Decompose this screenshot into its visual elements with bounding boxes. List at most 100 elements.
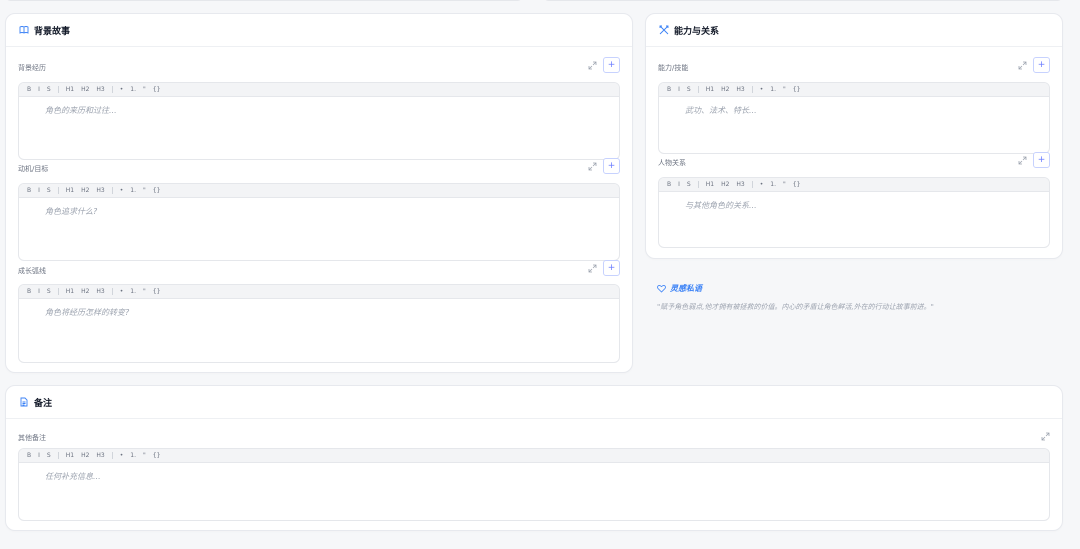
rich-text-editor[interactable]: B I S H1 H2 H3 • 1. " {} 武功、法术、特长... — [658, 82, 1050, 154]
inspiration-panel: 灵感私语 "赋予角色弱点,他才拥有被拯救的价值。内心的矛盾让角色鲜活,外在的行动… — [657, 283, 1057, 312]
h1-button[interactable]: H1 — [66, 288, 74, 295]
quote-button[interactable]: " — [143, 452, 146, 459]
bullet-list-button[interactable]: • — [120, 452, 124, 459]
code-button[interactable]: {} — [153, 187, 161, 194]
code-button[interactable]: {} — [793, 181, 801, 188]
notes-title: 备注 — [34, 398, 53, 409]
h3-button[interactable]: H3 — [96, 86, 104, 93]
h3-button[interactable]: H3 — [96, 452, 104, 459]
bold-button[interactable]: B — [27, 86, 31, 93]
strike-button[interactable]: S — [47, 86, 51, 93]
h1-button[interactable]: H1 — [66, 86, 74, 93]
editor-toolbar: B I S H1 H2 H3 • 1. " {} — [659, 83, 1049, 97]
document-icon — [19, 397, 29, 407]
inspiration-quote: "赋予角色弱点,他才拥有被拯救的价值。内心的矛盾让角色鲜活,外在的行动让故事前进… — [657, 303, 934, 311]
rich-text-editor[interactable]: B I S H1 H2 H3 • 1. " {} 角色将经历怎样的转变? — [18, 284, 620, 363]
ordered-list-button[interactable]: 1. — [130, 86, 136, 93]
ordered-list-button[interactable]: 1. — [770, 181, 776, 188]
code-button[interactable]: {} — [153, 86, 161, 93]
sword-icon — [659, 25, 669, 35]
strike-button[interactable]: S — [47, 288, 51, 295]
quote-button[interactable]: " — [143, 288, 146, 295]
quote-button[interactable]: " — [143, 86, 146, 93]
book-icon — [19, 25, 29, 35]
add-button[interactable]: + — [603, 260, 620, 276]
plus-icon: + — [607, 263, 616, 273]
bold-button[interactable]: B — [667, 86, 671, 93]
ordered-list-button[interactable]: 1. — [130, 288, 136, 295]
italic-button[interactable]: I — [38, 452, 40, 459]
bold-button[interactable]: B — [27, 288, 31, 295]
bullet-list-button[interactable]: • — [760, 86, 764, 93]
quote-button[interactable]: " — [783, 86, 786, 93]
ordered-list-button[interactable]: 1. — [770, 86, 776, 93]
h2-button[interactable]: H2 — [721, 181, 729, 188]
h3-button[interactable]: H3 — [736, 181, 744, 188]
code-button[interactable]: {} — [153, 288, 161, 295]
h2-button[interactable]: H2 — [81, 452, 89, 459]
section-motivation: 动机/目标 + B I S H1 H2 H3 • 1. " {} 角色追求什么? — [18, 158, 620, 262]
h1-button[interactable]: H1 — [66, 452, 74, 459]
italic-button[interactable]: I — [678, 181, 680, 188]
rich-text-editor[interactable]: B I S H1 H2 H3 • 1. " {} 角色的来历和过往... — [18, 82, 620, 160]
bullet-list-button[interactable]: • — [120, 288, 124, 295]
rich-text-editor[interactable]: B I S H1 H2 H3 • 1. " {} 角色追求什么? — [18, 183, 620, 261]
add-button[interactable]: + — [1033, 57, 1050, 73]
h1-button[interactable]: H1 — [66, 187, 74, 194]
bullet-list-button[interactable]: • — [760, 181, 764, 188]
h3-button[interactable]: H3 — [96, 187, 104, 194]
rich-text-editor[interactable]: B I S H1 H2 H3 • 1. " {} 与其他角色的关系... — [658, 177, 1050, 248]
h1-button[interactable]: H1 — [706, 181, 714, 188]
strike-button[interactable]: S — [47, 187, 51, 194]
editor-toolbar: B I S H1 H2 H3 • 1. " {} — [19, 285, 619, 299]
code-button[interactable]: {} — [793, 86, 801, 93]
italic-button[interactable]: I — [38, 187, 40, 194]
expand-icon[interactable] — [1041, 432, 1050, 441]
bold-button[interactable]: B — [667, 181, 671, 188]
bold-button[interactable]: B — [27, 452, 31, 459]
strike-button[interactable]: S — [687, 181, 691, 188]
section-other-notes: 其他备注 B I S H1 H2 H3 • 1. " {} 任何补充信息... — [18, 432, 1050, 523]
rich-text-editor[interactable]: B I S H1 H2 H3 • 1. " {} 任何补充信息... — [18, 448, 1050, 521]
h2-button[interactable]: H2 — [81, 288, 89, 295]
add-button[interactable]: + — [603, 57, 620, 73]
backstory-card: 背景故事 背景经历 + B I S H1 H2 H3 • 1. " {} 角色的… — [5, 13, 633, 373]
abilities-card: 能力与关系 能力/技能 + B I S H1 H2 H3 • 1. " {} 武… — [645, 13, 1063, 259]
h2-button[interactable]: H2 — [721, 86, 729, 93]
ordered-list-button[interactable]: 1. — [130, 452, 136, 459]
expand-icon[interactable] — [588, 162, 597, 171]
bold-button[interactable]: B — [27, 187, 31, 194]
bullet-list-button[interactable]: • — [120, 187, 124, 194]
section-growth-arc: 成长弧线 + B I S H1 H2 H3 • 1. " {} 角色将经历怎样的… — [18, 260, 620, 364]
italic-button[interactable]: I — [38, 288, 40, 295]
editor-toolbar: B I S H1 H2 H3 • 1. " {} — [19, 184, 619, 198]
inspiration-title: 灵感私语 — [670, 284, 702, 293]
h3-button[interactable]: H3 — [96, 288, 104, 295]
abilities-header: 能力与关系 — [646, 14, 1062, 47]
heart-icon — [657, 284, 666, 293]
h1-button[interactable]: H1 — [706, 86, 714, 93]
section-label: 背景经历 — [18, 64, 46, 72]
expand-icon[interactable] — [1018, 156, 1027, 165]
h2-button[interactable]: H2 — [81, 187, 89, 194]
expand-icon[interactable] — [1018, 61, 1027, 70]
card-stub-right — [544, 0, 1062, 1]
h3-button[interactable]: H3 — [736, 86, 744, 93]
h2-button[interactable]: H2 — [81, 86, 89, 93]
italic-button[interactable]: I — [678, 86, 680, 93]
code-button[interactable]: {} — [153, 452, 161, 459]
strike-button[interactable]: S — [687, 86, 691, 93]
backstory-title: 背景故事 — [34, 26, 71, 37]
ordered-list-button[interactable]: 1. — [130, 187, 136, 194]
italic-button[interactable]: I — [38, 86, 40, 93]
quote-button[interactable]: " — [783, 181, 786, 188]
expand-icon[interactable] — [588, 264, 597, 273]
add-button[interactable]: + — [603, 158, 620, 174]
expand-icon[interactable] — [588, 61, 597, 70]
strike-button[interactable]: S — [47, 452, 51, 459]
editor-placeholder: 角色追求什么? — [45, 207, 98, 216]
add-button[interactable]: + — [1033, 152, 1050, 168]
card-stub-left — [6, 0, 522, 1]
quote-button[interactable]: " — [143, 187, 146, 194]
bullet-list-button[interactable]: • — [120, 86, 124, 93]
